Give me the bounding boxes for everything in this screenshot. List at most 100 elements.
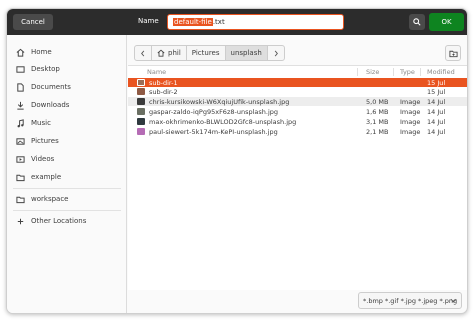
file-modified: 14 Jul [427,127,446,136]
ok-button[interactable]: OK [429,13,464,31]
sidebar-item-pictures[interactable]: Pictures [7,133,127,149]
filename-input[interactable]: default-file .txt [167,14,344,30]
column-header-row: Name Size Type Modified [128,66,467,77]
column-header-size[interactable]: Size [366,68,379,76]
file-modified: 14 Jul [427,97,446,106]
pictures-icon [16,137,25,146]
file-modified: 14 Jul [427,117,446,126]
column-divider [420,68,421,76]
table-row[interactable]: sub-dir-1 15 Jul [128,78,467,87]
breadcrumb-label: phil [168,49,181,57]
file-name: gaspar-zaldo-iqPg95xF6z8-unsplash.jpg [149,107,279,116]
sidebar-item-music[interactable]: Music [7,115,127,131]
column-header-type[interactable]: Type [400,68,415,76]
new-folder-button[interactable] [445,45,461,61]
column-divider [357,68,358,76]
file-name: paul-siewert-5k174m-KePI-unsplash.jpg [149,127,278,136]
sidebar-separator [13,188,121,189]
sidebar-item-label: example [31,173,62,181]
file-modified: 14 Jul [427,107,446,116]
filename-selected-text: default-file [173,18,213,26]
sidebar-item-other-locations[interactable]: Other Locations [7,213,127,229]
file-name: sub-dir-2 [149,87,178,96]
videos-icon [16,155,25,164]
home-icon [16,48,25,57]
file-type: Image [400,107,421,116]
chevron-left-icon [141,50,145,56]
breadcrumb-item-unsplash[interactable]: unsplash [225,46,268,60]
name-label: Name [138,17,159,25]
sidebar-item-documents[interactable]: Documents [7,79,127,95]
filename-extension: .txt [212,18,225,26]
plus-icon [16,217,25,226]
breadcrumb-item-home[interactable]: phil [152,46,187,60]
file-type: Image [400,97,421,106]
chevron-right-icon [274,50,278,56]
sidebar-item-label: Documents [31,83,71,91]
table-row[interactable]: paul-siewert-5k174m-KePI-unsplash.jpg 2,… [128,127,467,136]
sidebar-separator [13,210,121,211]
table-row[interactable]: max-okhrimenko-BLWLOD2Gfc8-unsplash.jpg … [128,117,467,126]
sidebar-item-label: Music [31,119,51,127]
sidebar-item-example[interactable]: example [7,169,127,185]
downloads-icon [16,101,25,110]
file-size: 5,0 MB [366,97,389,106]
header-bar: Cancel Name default-file .txt OK [7,9,467,35]
search-button[interactable] [409,14,425,30]
table-row[interactable]: chris-kursikowski-W6XqiujUfik-unsplash.j… [128,97,467,106]
table-row[interactable]: gaspar-zaldo-iqPg95xF6z8-unsplash.jpg 1,… [128,107,467,116]
file-name: chris-kursikowski-W6XqiujUfik-unsplash.j… [149,97,290,106]
sidebar-item-label: Other Locations [31,217,87,225]
folder-icon [137,88,145,95]
file-modified: 15 Jul [427,78,446,87]
breadcrumb-forward-button[interactable] [268,46,284,60]
file-size: 2,1 MB [366,127,389,136]
file-name: max-okhrimenko-BLWLOD2Gfc8-unsplash.jpg [149,117,297,126]
home-icon [157,49,165,57]
file-modified: 15 Jul [427,87,446,96]
filter-label: *.bmp *.gif *.jpg *.jpeg *.png [363,296,458,305]
sidebar-item-label: Videos [31,155,55,163]
column-divider [393,68,394,76]
sidebar-item-downloads[interactable]: Downloads [7,97,127,113]
sidebar-item-label: Home [31,48,52,56]
sidebar-item-workspace[interactable]: workspace [7,191,127,207]
breadcrumb-label: Pictures [191,49,220,57]
file-type-filter-select[interactable]: *.bmp *.gif *.jpg *.jpeg *.png [358,292,462,309]
breadcrumb: phil Pictures unsplash [134,45,285,61]
chevron-down-icon [450,298,457,303]
folder-icon [16,173,25,182]
documents-icon [16,82,25,92]
sidebar-item-label: Downloads [31,101,70,109]
sidebar-item-videos[interactable]: Videos [7,151,127,167]
file-type: Image [400,117,421,126]
music-icon [16,118,25,128]
folder-icon [16,195,25,204]
breadcrumb-label: unsplash [230,49,262,57]
file-chooser-dialog: Cancel Name default-file .txt OK Home Des… [6,8,468,314]
file-size: 1,6 MB [366,107,389,116]
file-type: Image [400,127,421,136]
file-size: 3,1 MB [366,117,389,126]
column-header-modified[interactable]: Modified [427,68,455,76]
image-thumbnail-icon [137,118,145,125]
table-row[interactable]: sub-dir-2 15 Jul [128,87,467,96]
path-bar: phil Pictures unsplash [128,35,467,67]
sidebar-item-home[interactable]: Home [7,44,127,60]
file-name: sub-dir-1 [149,78,178,87]
sidebar-item-label: Desktop [31,65,60,73]
places-sidebar: Home Desktop Documents Downloads Music P… [7,35,127,313]
image-thumbnail-icon [137,98,145,105]
sidebar-item-label: workspace [31,195,69,203]
breadcrumb-back-button[interactable] [135,46,152,60]
sidebar-item-desktop[interactable]: Desktop [7,61,127,77]
breadcrumb-item-pictures[interactable]: Pictures [187,46,226,60]
file-list[interactable]: Name Size Type Modified sub-dir-1 15 Jul… [128,65,467,290]
new-folder-icon [448,50,458,57]
column-header-name[interactable]: Name [147,68,166,76]
desktop-icon [16,65,25,74]
folder-icon [137,79,145,86]
sidebar-item-label: Pictures [31,137,59,145]
search-icon [413,18,421,26]
cancel-button[interactable]: Cancel [13,14,53,30]
